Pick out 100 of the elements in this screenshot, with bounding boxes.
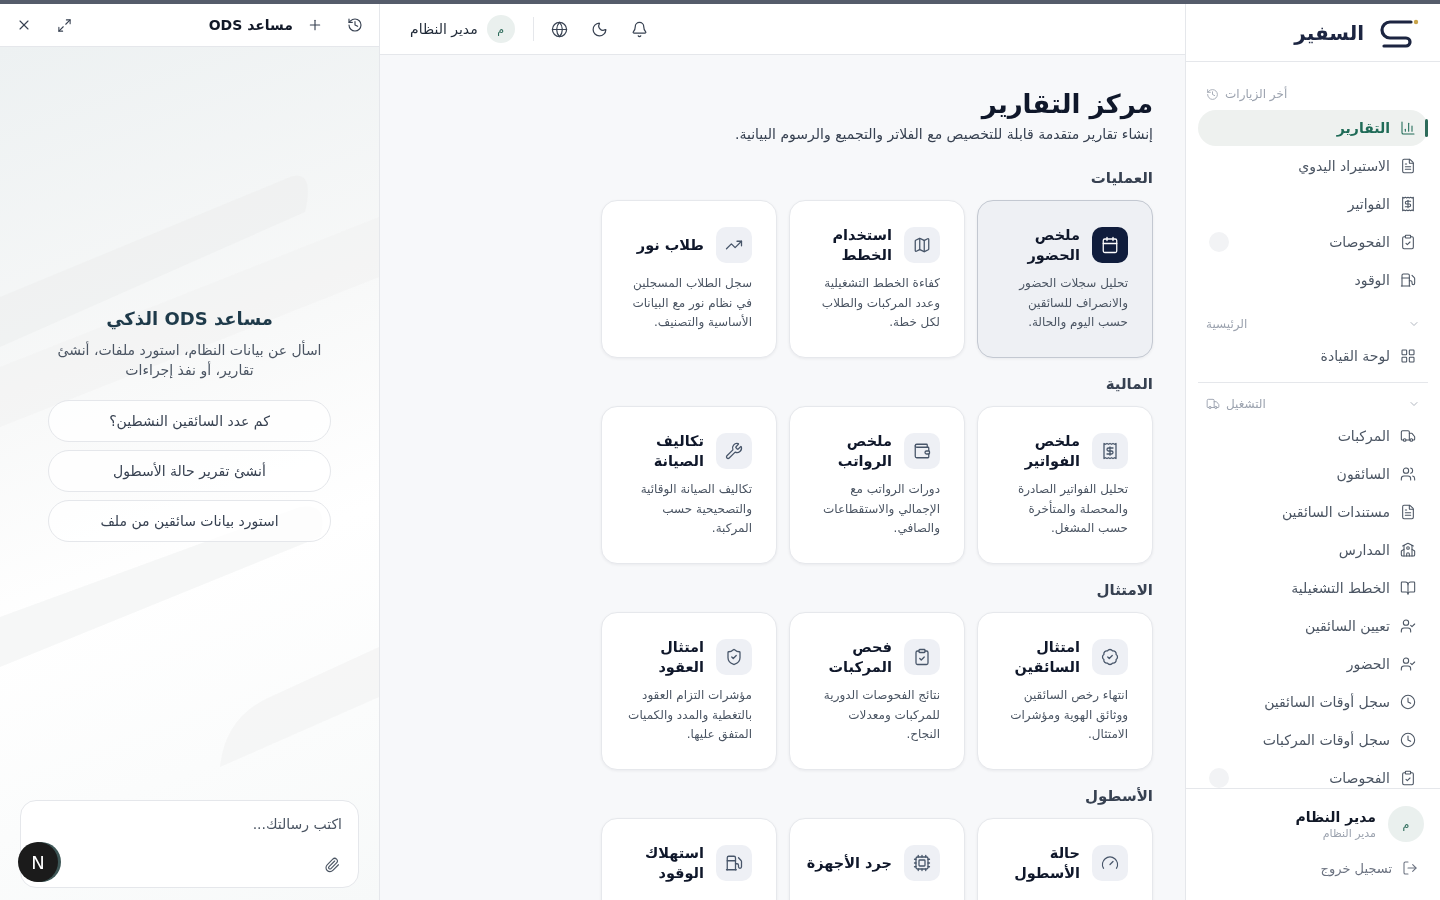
sidebar-item[interactable]: التقارير (1198, 110, 1428, 146)
user-role: مدير النظام (1321, 826, 1376, 840)
user-avatar: م (1388, 806, 1424, 842)
users-icon (1400, 466, 1416, 482)
report-description: نتائج الفحوصات الدورية للمركبات ومعدلات النجاح. (822, 687, 940, 743)
report-card[interactable]: طلاب نور سجل الطلاب المسجلين في نظام نور مع البيانات الأساسية والتصنيف. (601, 200, 777, 358)
report-title: جرد الأجهزة (806, 853, 892, 873)
logo-text: السفير (1294, 20, 1364, 45)
history-icon (347, 17, 363, 33)
page-subtitle: إنشاء تقارير متقدمة قابلة للتخصيص مع الفلاتر والتجميع والرسوم البيانية. (734, 125, 1153, 144)
shield-check-icon (716, 639, 752, 675)
report-title: حالة الأسطول (1013, 844, 1080, 883)
clipboard-check-icon (1400, 234, 1416, 250)
report-title: طلاب نور (636, 236, 704, 255)
expand-icon (56, 17, 72, 33)
report-card[interactable]: تكاليف الصيانة تكاليف الصيانة الوقائية والتصحيحية حسب المركبة. (601, 406, 777, 564)
user-avatar[interactable]: م (486, 15, 515, 43)
receipt-icon (1400, 196, 1416, 212)
report-description: تحليل سجلات الحضور والانصراف للسائقين حسب اليوم والحالة. (1017, 275, 1128, 332)
attach-button[interactable] (322, 855, 342, 875)
wrench-icon (716, 433, 752, 469)
sidebar-item[interactable]: تعيين السائقين (1198, 608, 1428, 644)
document-icon (1400, 158, 1416, 174)
bell-icon (631, 20, 649, 38)
report-description: تحليل الفواتير الصادرة والمحصلة والمتأخرة حسب المشغل. (1016, 481, 1128, 537)
grid-icon (1400, 348, 1416, 364)
sidebar-item[interactable]: الفحوصات (1198, 760, 1428, 788)
history-icon (1206, 87, 1219, 101)
sidebar-item[interactable]: الاستيراد اليدوي (1198, 148, 1428, 184)
logout-button[interactable]: تسجيل خروج (1316, 856, 1422, 880)
report-title: ملخص الحضور (1026, 226, 1080, 265)
suggestion-button[interactable]: كم عدد السائقين النشطين؟ (48, 399, 331, 442)
paperclip-icon (324, 857, 340, 873)
assistant-title: مساعد ODS (208, 17, 293, 33)
fuel-pump-icon (1400, 272, 1416, 288)
sidebar-item[interactable]: الفواتير (1198, 186, 1428, 222)
trend-up-icon (716, 227, 752, 263)
fuel-pump-icon (716, 845, 752, 881)
report-card[interactable]: استهلاك الوقود (601, 818, 777, 900)
user-check-icon (1400, 656, 1416, 672)
assistant-heading: مساعد ODS الذكي (106, 306, 273, 332)
suggestion-button[interactable]: استورد بيانات سائقين من ملف (48, 499, 331, 542)
section-title: المالية (1104, 374, 1153, 395)
clock-icon (1400, 694, 1416, 710)
section-label: أخر الزيارات (1225, 87, 1288, 101)
report-description: انتهاء رخص السائقين ووثائق الهوية ومؤشرات الامتثال. (1009, 687, 1128, 743)
sidebar-item[interactable]: الفحوصات (1198, 224, 1428, 260)
sidebar-item[interactable]: الحضور (1198, 646, 1428, 682)
report-card[interactable]: فحص المركبات نتائج الفحوصات الدورية للمركبات ومعدلات النجاح. (789, 612, 965, 770)
user-name: مدير النظام (1295, 808, 1376, 825)
sidebar-item[interactable]: السائقون (1198, 456, 1428, 492)
clock-icon (1400, 732, 1416, 748)
report-card[interactable]: حالة الأسطول (977, 818, 1153, 900)
report-card[interactable]: امتثال السائقين انتهاء رخص السائقين ووثائق الهوية ومؤشرات الامتثال. (977, 612, 1153, 770)
report-description: دورات الرواتب مع الإجمالي والاستقطاعات والصافي. (822, 481, 940, 537)
report-card[interactable]: ملخص الفواتير تحليل الفواتير الصادرة والمحصلة والمتأخرة حسب المشغل. (977, 406, 1153, 564)
report-title: فحص المركبات (827, 638, 892, 677)
sidebar-item[interactable]: المدارس (1198, 532, 1428, 568)
document-icon (1400, 504, 1416, 520)
sidebar-item[interactable]: المركبات (1198, 418, 1428, 454)
report-title: ملخص الفواتير (1023, 432, 1080, 471)
section-title: الأسطول (1083, 786, 1153, 807)
sidebar-item[interactable]: سجل أوقات السائقين (1198, 684, 1428, 720)
sidebar-item[interactable]: الوقود (1198, 262, 1428, 298)
user-check-icon (1400, 618, 1416, 634)
report-card[interactable]: ملخص الرواتب دورات الرواتب مع الإجمالي والاستقطاعات والصافي. (789, 406, 965, 564)
sidebar-item[interactable]: مستندات السائقين (1198, 494, 1428, 530)
bar-chart-icon (1400, 120, 1416, 136)
logout-icon (1402, 860, 1418, 876)
report-card[interactable]: امتثال العقود مؤشرات التزام العقود بالتغطية والمدد والكميات المتفق عليها. (601, 612, 777, 770)
map-icon (904, 227, 940, 263)
section-title: العمليات (1089, 168, 1153, 189)
wallet-icon (904, 433, 940, 469)
report-title: استخدام الخطط (831, 226, 892, 265)
report-title: تكاليف الصيانة (652, 432, 704, 471)
section-title: الامتثال (1095, 580, 1153, 601)
moon-icon (591, 20, 609, 38)
globe-icon (551, 20, 569, 38)
school-icon (1400, 542, 1416, 558)
calendar-icon (1092, 227, 1128, 263)
report-title: استهلاك الوقود (643, 844, 704, 883)
report-description: سجل الطلاب المسجلين في نظام نور مع البيانات الأساسية والتصنيف. (631, 275, 752, 332)
truck-icon (1206, 397, 1220, 411)
suggestion-button[interactable]: أنشئ تقرير حالة الأسطول (48, 449, 331, 492)
report-card[interactable]: جرد الأجهزة (789, 818, 965, 900)
clipboard-check-icon (1400, 770, 1416, 786)
report-card[interactable]: استخدام الخطط كفاءة الخطط التشغيلية وعدد المركبات والطلاب لكل خطة. (789, 200, 965, 358)
chip-icon (904, 845, 940, 881)
sidebar-item[interactable]: الخطط التشغيلية (1198, 570, 1428, 606)
clipboard-check-icon (904, 639, 940, 675)
report-title: امتثال السائقين (1013, 638, 1080, 677)
report-description: تكاليف الصيانة الوقائية والتصحيحية حسب المركبة. (639, 481, 752, 538)
plus-icon (307, 17, 323, 33)
book-icon (1400, 580, 1416, 596)
sidebar-item[interactable]: سجل أوقات المركبات (1198, 722, 1428, 758)
sidebar-item[interactable]: لوحة القيادة (1198, 338, 1428, 374)
user-name[interactable]: مدير النظام (410, 21, 478, 37)
report-description: مؤشرات التزام العقود بالتغطية والمدد والكميات المتفق عليها. (627, 687, 752, 744)
report-card[interactable]: ملخص الحضور تحليل سجلات الحضور والانصراف للسائقين حسب اليوم والحالة. (977, 200, 1153, 358)
report-title: امتثال العقود (657, 638, 704, 677)
